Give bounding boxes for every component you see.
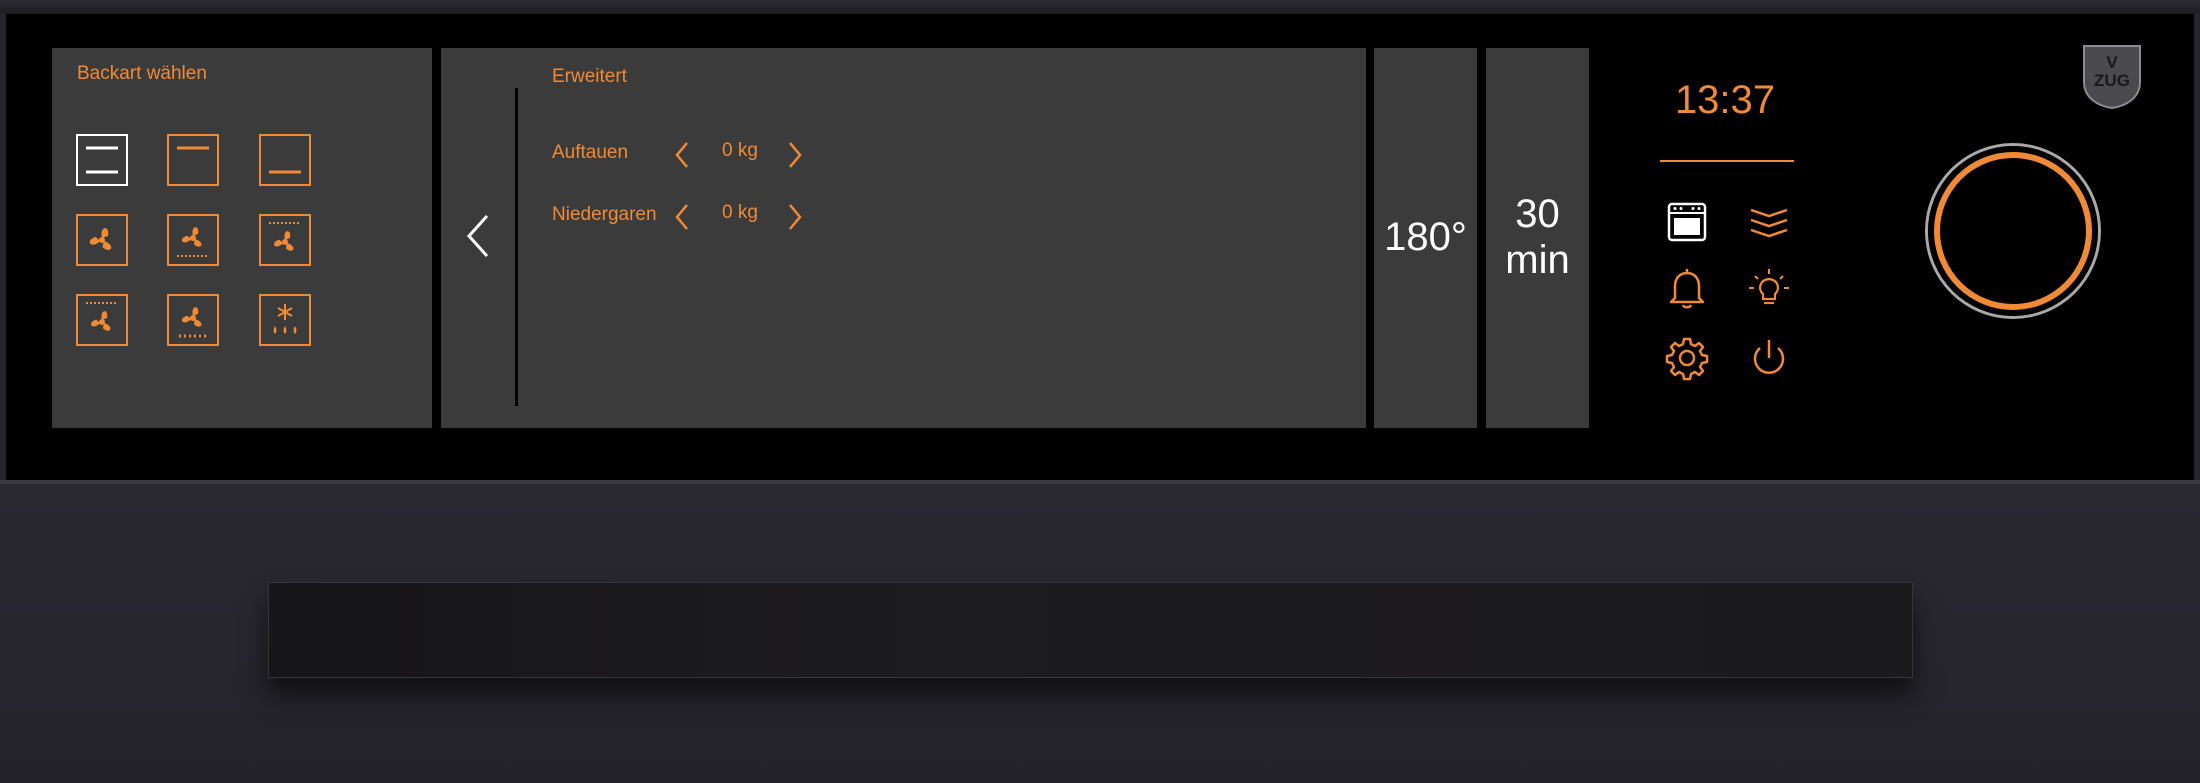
mode-hot-air-humid-button[interactable] <box>76 294 128 346</box>
light-icon[interactable] <box>1745 264 1793 312</box>
vzug-logo-icon: V ZUG <box>2083 45 2141 110</box>
bottom-heat-icon <box>269 170 301 174</box>
back-arrow-icon[interactable] <box>461 208 497 264</box>
layers-icon[interactable] <box>1745 198 1793 246</box>
temperature-panel[interactable]: 180° <box>1374 48 1477 428</box>
snowflake-drops-icon <box>273 304 297 334</box>
slow-cooking-decrease-icon[interactable] <box>670 200 694 234</box>
mode-bottom-heat-button[interactable] <box>259 134 311 186</box>
slow-cooking-increase-icon[interactable] <box>783 200 807 234</box>
oven-top-frame <box>0 0 2200 14</box>
door-handle[interactable] <box>268 582 1913 678</box>
baking-mode-title: Backart wählen <box>77 63 207 84</box>
top-heat-icon <box>177 146 209 150</box>
slow-cooking-label: Niedergaren <box>552 204 657 225</box>
temperature-value[interactable]: 180° <box>1374 214 1477 260</box>
control-knob-ring <box>1934 152 2092 310</box>
fan-icon <box>89 227 112 250</box>
fan-top-heat-icon <box>269 222 301 251</box>
mode-hot-air-button[interactable] <box>76 214 128 266</box>
duration-unit: min <box>1505 238 1570 282</box>
mode-hot-air-top-button[interactable] <box>259 214 311 266</box>
extended-options-panel: Erweitert Auftauen 0 kg Niedergaren 0 kg <box>441 48 1366 428</box>
control-knob[interactable] <box>1928 146 2098 316</box>
settings-gear-icon[interactable] <box>1663 334 1711 382</box>
oven-icon[interactable] <box>1663 198 1711 246</box>
mode-pizza-button[interactable] <box>167 294 219 346</box>
mode-top-bottom-heat-button[interactable] <box>76 134 128 186</box>
duration-value[interactable]: 30 <box>1486 191 1589 237</box>
duration-panel[interactable]: 30 min <box>1486 48 1589 428</box>
clock-time: 13:37 <box>1674 78 1776 122</box>
mode-top-heat-button[interactable] <box>167 134 219 186</box>
power-icon[interactable] <box>1745 334 1793 382</box>
defrost-decrease-icon[interactable] <box>670 138 694 172</box>
mode-defrost-button[interactable] <box>259 294 311 346</box>
clock-underline <box>1660 160 1794 162</box>
svg-text:ZUG: ZUG <box>2094 71 2130 90</box>
fan-humid-icon <box>86 302 118 331</box>
mode-hot-air-bottom-button[interactable] <box>167 214 219 266</box>
panel-divider <box>515 88 518 406</box>
fan-bottom-heat-icon <box>177 227 209 257</box>
defrost-value: 0 kg <box>722 140 758 161</box>
bell-icon[interactable] <box>1663 264 1711 312</box>
fan-pizza-icon <box>179 307 207 338</box>
defrost-label: Auftauen <box>552 142 629 163</box>
extended-options-title: Erweitert <box>552 66 627 87</box>
slow-cooking-value: 0 kg <box>722 202 758 223</box>
svg-text:V: V <box>2106 53 2118 72</box>
defrost-increase-icon[interactable] <box>783 138 807 172</box>
top-bottom-heat-icon <box>86 146 118 174</box>
baking-mode-panel: Backart wählen <box>52 48 432 428</box>
